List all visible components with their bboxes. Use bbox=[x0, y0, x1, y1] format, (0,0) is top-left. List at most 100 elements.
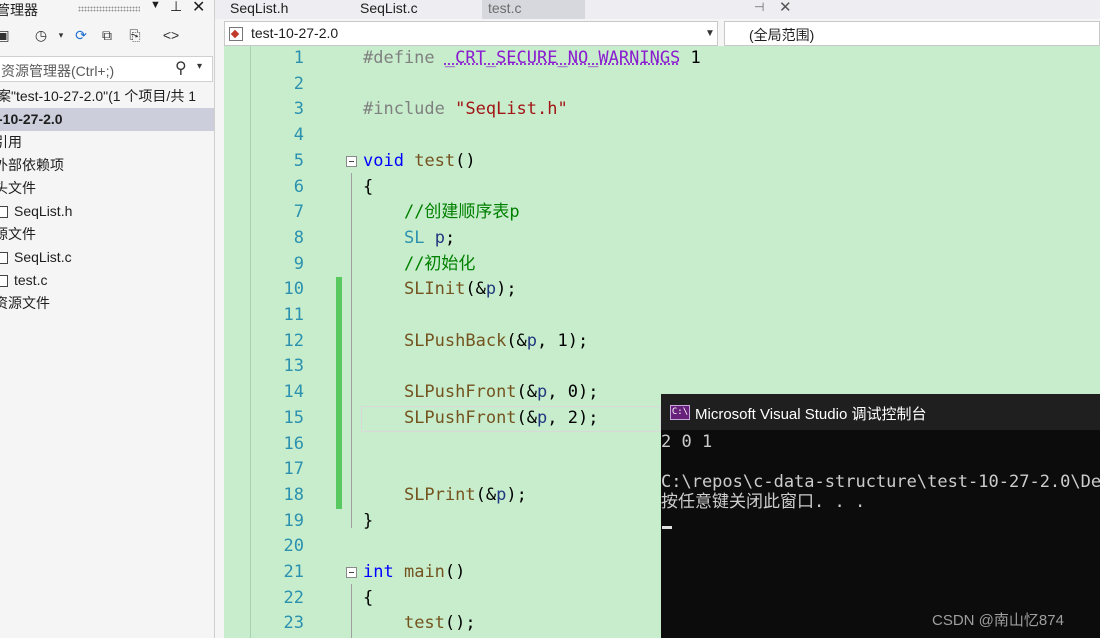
close-icon[interactable]: ✕ bbox=[779, 0, 792, 16]
line-number: 6 bbox=[293, 176, 304, 197]
line-number: 17 bbox=[283, 459, 304, 480]
scope-dropdown-value: (全局范围) bbox=[749, 27, 815, 43]
code-line: 1 #define _CRT_SECURE_NO_WARNINGS 1 bbox=[224, 46, 1100, 72]
code-text: SLPrint(&p); bbox=[403, 484, 527, 505]
chevron-down-icon[interactable]: ▼ bbox=[705, 28, 715, 39]
line-number: 21 bbox=[283, 562, 304, 582]
line-number: 13 bbox=[283, 356, 304, 377]
tree-resource-files-folder[interactable]: 资源文件 bbox=[0, 292, 214, 315]
explorer-title: 管理器 bbox=[0, 2, 38, 18]
project-icon bbox=[229, 27, 243, 41]
dropdown-icon[interactable]: ▾ bbox=[52, 26, 70, 44]
code-line: 12 SLPushBack(&p, 1); bbox=[224, 328, 1100, 355]
chevron-down-icon[interactable]: ▼ bbox=[150, 0, 161, 11]
document-tab-bar: SeqList.h SeqList.c test.c ⊣ ✕ bbox=[215, 0, 1100, 19]
code-text: { bbox=[363, 176, 374, 197]
console-cursor bbox=[662, 526, 672, 529]
code-line: 9 //初始化 bbox=[224, 252, 1100, 278]
tree-solution-node[interactable]: 案"test-10-27-2.0"(1 个项目/共 1 bbox=[0, 85, 214, 108]
search-icon[interactable]: ⚲ bbox=[175, 58, 187, 78]
pin-icon[interactable]: ⊣ bbox=[754, 0, 764, 14]
tree-project-node[interactable]: -10-27-2.0 bbox=[0, 108, 214, 131]
code-line: 11 bbox=[224, 303, 1100, 329]
console-output-line: 按任意键关闭此窗口. . . bbox=[661, 492, 866, 512]
scope-dropdown[interactable]: (全局范围) bbox=[724, 21, 1100, 46]
file-icon bbox=[0, 206, 8, 218]
code-line: 5 void test() bbox=[224, 149, 1100, 175]
navigation-bar: test-10-27-2.0 ▼ (全局范围) bbox=[224, 21, 1100, 46]
tree-label: SeqList.c bbox=[14, 249, 72, 265]
change-marker bbox=[336, 431, 342, 458]
line-number: 20 bbox=[283, 536, 304, 557]
tree-external-deps-node[interactable]: 外部依赖项 bbox=[0, 154, 214, 177]
change-marker bbox=[336, 380, 342, 407]
chevron-down-icon[interactable]: ▾ bbox=[197, 61, 202, 72]
tab-seqlist-h[interactable]: SeqList.h bbox=[230, 0, 335, 19]
file-icon bbox=[0, 252, 8, 264]
tree-label: 外部依赖项 bbox=[0, 157, 64, 173]
collapse-all-icon[interactable]: ⧉ bbox=[98, 26, 116, 44]
change-marker bbox=[336, 277, 342, 304]
code-text: } bbox=[363, 510, 374, 531]
code-view-icon[interactable]: <> bbox=[162, 26, 180, 44]
line-number: 12 bbox=[283, 330, 304, 351]
line-number: 23 bbox=[283, 613, 304, 634]
change-marker bbox=[336, 303, 342, 329]
line-number: 15 bbox=[283, 407, 304, 428]
tab-seqlist-c[interactable]: SeqList.c bbox=[360, 0, 470, 19]
change-marker bbox=[336, 482, 342, 509]
close-icon[interactable]: ✕ bbox=[192, 0, 205, 17]
code-line: 10 SLInit(&p); bbox=[224, 277, 1100, 304]
line-number: 2 bbox=[293, 73, 304, 94]
solution-icon[interactable]: ▣ bbox=[0, 26, 12, 44]
change-marker bbox=[336, 405, 342, 432]
tree-label: 源文件 bbox=[0, 226, 36, 242]
tree-label: 引用 bbox=[0, 134, 22, 150]
code-line: 4 bbox=[224, 123, 1100, 149]
code-text: //创建顺序表p bbox=[403, 202, 520, 223]
code-text: int main() bbox=[363, 562, 466, 582]
tab-label: SeqList.h bbox=[230, 0, 289, 16]
project-dropdown[interactable]: test-10-27-2.0 ▼ bbox=[224, 21, 718, 46]
line-number: 19 bbox=[283, 510, 304, 531]
line-number: 9 bbox=[293, 253, 304, 274]
console-app-icon: C:\ bbox=[670, 405, 690, 420]
search-placeholder: 资源管理器(Ctrl+;) bbox=[1, 63, 115, 79]
code-line: 8 SL p; bbox=[224, 226, 1100, 252]
sync-icon[interactable]: ⟳ bbox=[72, 26, 90, 44]
tree-source-files-folder[interactable]: 源文件 bbox=[0, 223, 214, 246]
tree-label: -10-27-2.0 bbox=[0, 111, 63, 127]
code-line: 6 { bbox=[224, 175, 1100, 201]
tree-label: 头文件 bbox=[0, 180, 36, 196]
code-text: #define _CRT_SECURE_NO_WARNINGS 1 bbox=[363, 48, 701, 68]
tree-file-test-c[interactable]: test.c bbox=[0, 269, 214, 292]
code-line: 7 //创建顺序表p bbox=[224, 200, 1100, 226]
debug-console-window[interactable]: C:\ Microsoft Visual Studio 调试控制台 2 0 1 … bbox=[661, 394, 1100, 638]
code-text: SLInit(&p); bbox=[403, 279, 517, 300]
change-marker bbox=[336, 457, 342, 484]
tree-label: test.c bbox=[14, 272, 48, 288]
tree-label: SeqList.h bbox=[14, 203, 73, 219]
tree-file-seqlist-h[interactable]: SeqList.h bbox=[0, 200, 214, 223]
collapse-toggle[interactable] bbox=[346, 155, 357, 167]
tab-test-c[interactable]: test.c bbox=[482, 0, 585, 19]
code-text: SL p; bbox=[403, 227, 456, 248]
tree-file-seqlist-c[interactable]: SeqList.c bbox=[0, 246, 214, 269]
code-text: SLPushBack(&p, 1); bbox=[403, 330, 589, 351]
tree-references-node[interactable]: 引用 bbox=[0, 131, 214, 154]
tree-header-files-folder[interactable]: 头文件 bbox=[0, 177, 214, 200]
line-number: 14 bbox=[283, 382, 304, 403]
line-number: 7 bbox=[293, 202, 304, 223]
history-icon[interactable]: ◷ bbox=[32, 26, 50, 44]
code-line: 2 bbox=[224, 72, 1100, 98]
console-output-line: 2 0 1 bbox=[661, 432, 713, 452]
console-titlebar[interactable]: C:\ Microsoft Visual Studio 调试控制台 bbox=[661, 394, 1100, 430]
show-all-files-icon[interactable]: ⎘ bbox=[126, 26, 144, 44]
explorer-search-input[interactable]: 资源管理器(Ctrl+;) ⚲ ▾ bbox=[0, 56, 213, 82]
line-number: 22 bbox=[283, 587, 304, 608]
explorer-toolbar: ▣ ◷ ▾ ⟳ ⧉ ⎘ <> bbox=[0, 22, 214, 50]
pin-icon[interactable]: ⊥ bbox=[170, 0, 182, 15]
drag-grip[interactable] bbox=[78, 6, 140, 12]
collapse-toggle[interactable] bbox=[346, 567, 357, 578]
line-number: 10 bbox=[283, 279, 304, 300]
